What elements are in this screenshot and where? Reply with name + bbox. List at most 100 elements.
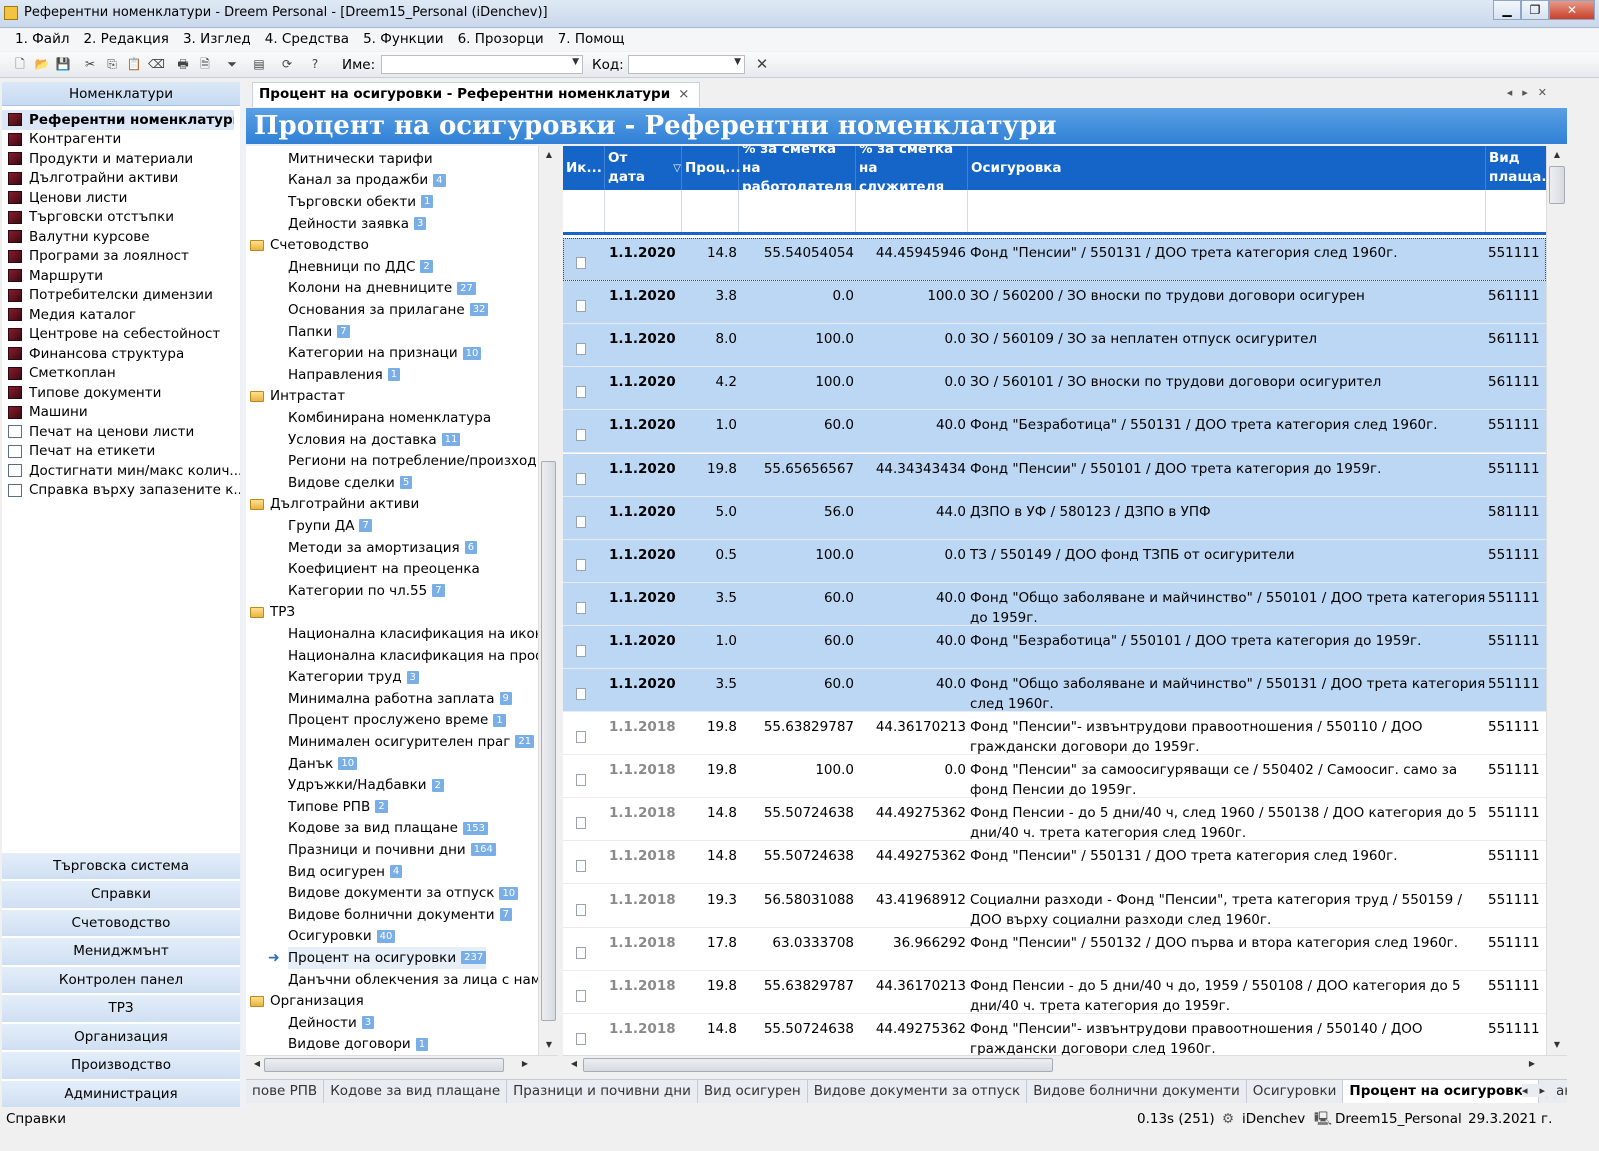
table-row[interactable]: 1.1.2018 14.8 55.50724638 44.49275362 Фонд "… bbox=[563, 1013, 1546, 1055]
table-row[interactable]: 1.1.2018 19.8 100.0 0.0 Фонд "Пенсии" за сам… bbox=[563, 755, 1546, 799]
scroll-right-icon[interactable]: ▶ bbox=[1525, 1059, 1539, 1068]
grid-horizontal-scrollbar[interactable]: ◀ ▶ bbox=[563, 1055, 1567, 1074]
print-preview-icon[interactable]: 🗎 bbox=[197, 56, 213, 72]
tab-scroll-icon[interactable]: ◂▸ bbox=[1521, 1084, 1557, 1097]
save-icon[interactable]: 💾 bbox=[55, 56, 71, 72]
filter-cell[interactable] bbox=[739, 190, 856, 232]
tree-item[interactable]: Осигуровки 40 bbox=[288, 926, 396, 948]
filter-cell[interactable] bbox=[856, 190, 968, 232]
scroll-left-icon[interactable]: ◀ bbox=[567, 1059, 581, 1068]
filter-icon[interactable]: ⏷ bbox=[224, 56, 240, 72]
tree-item[interactable]: Търговски обекти 1 bbox=[288, 191, 434, 213]
tree-item[interactable]: Групи ДА 7 bbox=[288, 515, 372, 537]
filter-cell[interactable] bbox=[605, 190, 682, 232]
nav-item[interactable]: Финансова структура bbox=[2, 344, 240, 364]
tree-item[interactable]: Кодове за вид плащане 153 bbox=[288, 818, 489, 840]
eraser-icon[interactable]: ⌫ bbox=[148, 56, 165, 72]
minimize-button[interactable]: ▁ bbox=[1493, 0, 1521, 20]
tree-item[interactable]: Видове болнични документи 7 bbox=[288, 904, 512, 926]
tree-item[interactable]: Канал за продажби 4 bbox=[288, 170, 446, 192]
tree-item[interactable]: Данъчни облекчения за лица с нама bbox=[288, 969, 549, 991]
tree-item[interactable]: Категории по чл.55 7 bbox=[288, 580, 445, 602]
nav-item[interactable]: Търговски отстъпки bbox=[2, 208, 240, 228]
tree-scroll-thumb[interactable] bbox=[541, 461, 556, 1021]
tree-item[interactable]: Вид осигурен 4 bbox=[288, 861, 403, 883]
nav-item[interactable]: Справка върху запазените к... bbox=[2, 481, 240, 501]
help-icon[interactable]: ? bbox=[307, 56, 323, 72]
filter-cell[interactable] bbox=[563, 190, 605, 232]
tree-folder[interactable]: Дълготрайни активи bbox=[250, 494, 419, 516]
tree-item[interactable]: Дейности 3 bbox=[288, 1012, 375, 1034]
nav-group-button[interactable]: Администрация bbox=[2, 1080, 240, 1107]
chevron-down-icon[interactable]: ▼ bbox=[572, 57, 579, 67]
copy-icon[interactable]: ⎘ bbox=[104, 56, 120, 72]
tree-item[interactable]: Коефициент на преоценка bbox=[288, 558, 480, 580]
name-combo[interactable]: ▼ bbox=[381, 55, 583, 74]
grid-hscroll-thumb[interactable] bbox=[583, 1058, 1053, 1072]
table-row[interactable]: 1.1.2020 8.0 100.0 0.0 ЗО / 560109 / ЗО за н… bbox=[563, 324, 1546, 368]
nav-item[interactable]: Типове документи bbox=[2, 383, 240, 403]
nav-item[interactable]: Достигнати мин/макс колич... bbox=[2, 461, 240, 481]
open-icon[interactable]: 📂 bbox=[34, 56, 50, 72]
tree-horizontal-scrollbar[interactable]: ◀ ▶ bbox=[246, 1055, 558, 1074]
window-tab[interactable]: Празници и почивни дни bbox=[507, 1080, 698, 1103]
table-row[interactable]: 1.1.2018 14.8 55.50724638 44.49275362 Фонд П… bbox=[563, 798, 1546, 842]
col-payment-type[interactable]: Вид плаща... bbox=[1486, 146, 1546, 190]
nav-item[interactable]: Контрагенти bbox=[2, 130, 240, 150]
col-percent[interactable]: Проц... bbox=[682, 146, 741, 190]
tree-item[interactable]: Комбинирана номенклатура bbox=[288, 407, 491, 429]
nav-group-button[interactable]: Счетоводство bbox=[2, 909, 240, 936]
close-icon[interactable]: × bbox=[678, 86, 689, 102]
window-tab[interactable]: Осигуровки bbox=[1247, 1080, 1344, 1103]
close-button[interactable]: ✕ bbox=[1549, 0, 1595, 20]
tree-item[interactable]: Минимална работна заплата 9 bbox=[288, 688, 512, 710]
nav-item[interactable]: Сметкоплан bbox=[2, 364, 240, 384]
window-tab[interactable]: Вид осигурен bbox=[698, 1080, 808, 1103]
tree-item[interactable]: Типове РПВ 2 bbox=[288, 796, 388, 818]
col-employee-percent[interactable]: % за сметка на служителя bbox=[856, 146, 968, 195]
col-insurance[interactable]: Осигуровка bbox=[968, 146, 1486, 190]
scroll-up-icon[interactable]: ▲ bbox=[542, 150, 556, 159]
nav-group-button[interactable]: Мениджмънт bbox=[2, 938, 240, 965]
table-row[interactable]: 1.1.2020 4.2 100.0 0.0 ЗО / 560101 / ЗО внос… bbox=[563, 367, 1546, 411]
print-icon[interactable]: 🖶 bbox=[175, 56, 191, 72]
menu-help[interactable]: 7. Помощ bbox=[551, 29, 632, 51]
window-tab[interactable]: Видове болнични документи bbox=[1027, 1080, 1247, 1103]
table-row[interactable]: 1.1.2020 3.8 0.0 100.0 ЗО / 560200 / ЗО внос… bbox=[563, 281, 1546, 325]
tree-item[interactable]: Национална класификация на иконо bbox=[288, 623, 552, 645]
nav-item[interactable]: Референтни номенклатури bbox=[2, 110, 234, 130]
tree-item[interactable]: Методи за амортизация 6 bbox=[288, 537, 478, 559]
tree-item[interactable]: Видове сделки 5 bbox=[288, 472, 413, 494]
filter-cell[interactable] bbox=[682, 190, 739, 232]
tree-item[interactable]: Направления 1 bbox=[288, 364, 401, 386]
tree-folder[interactable]: Счетоводство bbox=[250, 234, 369, 256]
nav-item[interactable]: Валутни курсове bbox=[2, 227, 240, 247]
table-row[interactable]: 1.1.2020 1.0 60.0 40.0 Фонд "Безработица" / … bbox=[563, 410, 1546, 454]
nav-group-button[interactable]: Търговска система bbox=[2, 852, 240, 879]
tree-item[interactable]: Видове документи за отпуск 10 bbox=[288, 882, 519, 904]
table-row[interactable]: 1.1.2020 1.0 60.0 40.0 Фонд "Безработица" / … bbox=[563, 625, 1546, 669]
menu-tools[interactable]: 4. Средства bbox=[258, 29, 356, 51]
nav-item[interactable]: Дълготрайни активи bbox=[2, 169, 240, 189]
nav-group-button[interactable]: Справки bbox=[2, 881, 240, 908]
tree-item[interactable]: Региони на потребление/произход bbox=[288, 450, 537, 472]
table-row[interactable]: 1.1.2020 3.5 60.0 40.0 Фонд "Общо заболяване… bbox=[563, 669, 1546, 712]
window-tab[interactable]: пове РПВ bbox=[246, 1080, 325, 1103]
tree-item[interactable]: Митнически тарифи bbox=[288, 148, 433, 170]
scroll-down-icon[interactable]: ▼ bbox=[542, 1040, 556, 1049]
window-tab[interactable]: Видове документи за отпуск bbox=[808, 1080, 1028, 1103]
tree-item[interactable]: Празници и почивни дни 164 bbox=[288, 839, 496, 861]
col-from-date[interactable]: От дата ▽ bbox=[605, 146, 682, 190]
table-row[interactable]: 1.1.2018 14.8 55.50724638 44.49275362 Фонд "… bbox=[563, 841, 1546, 885]
tree-hscroll-thumb[interactable] bbox=[264, 1058, 504, 1072]
filter-row[interactable] bbox=[563, 190, 1546, 235]
table-row[interactable]: 1.1.2020 14.8 55.54054054 44.45945946 Фонд "… bbox=[563, 238, 1546, 281]
paste-icon[interactable]: 📋 bbox=[126, 56, 142, 72]
menu-windows[interactable]: 6. Прозорци bbox=[451, 29, 551, 51]
maximize-button[interactable]: ❐ bbox=[1521, 0, 1549, 20]
nav-group-button[interactable]: ТРЗ bbox=[2, 995, 240, 1022]
tab-percent-insurance[interactable]: Процент на осигуровки - Референтни номен… bbox=[252, 82, 701, 107]
nav-item[interactable]: Медия каталог bbox=[2, 305, 240, 325]
tree-folder[interactable]: ТРЗ bbox=[250, 602, 295, 624]
tree-item[interactable]: Дневници по ДДС 2 bbox=[288, 256, 433, 278]
